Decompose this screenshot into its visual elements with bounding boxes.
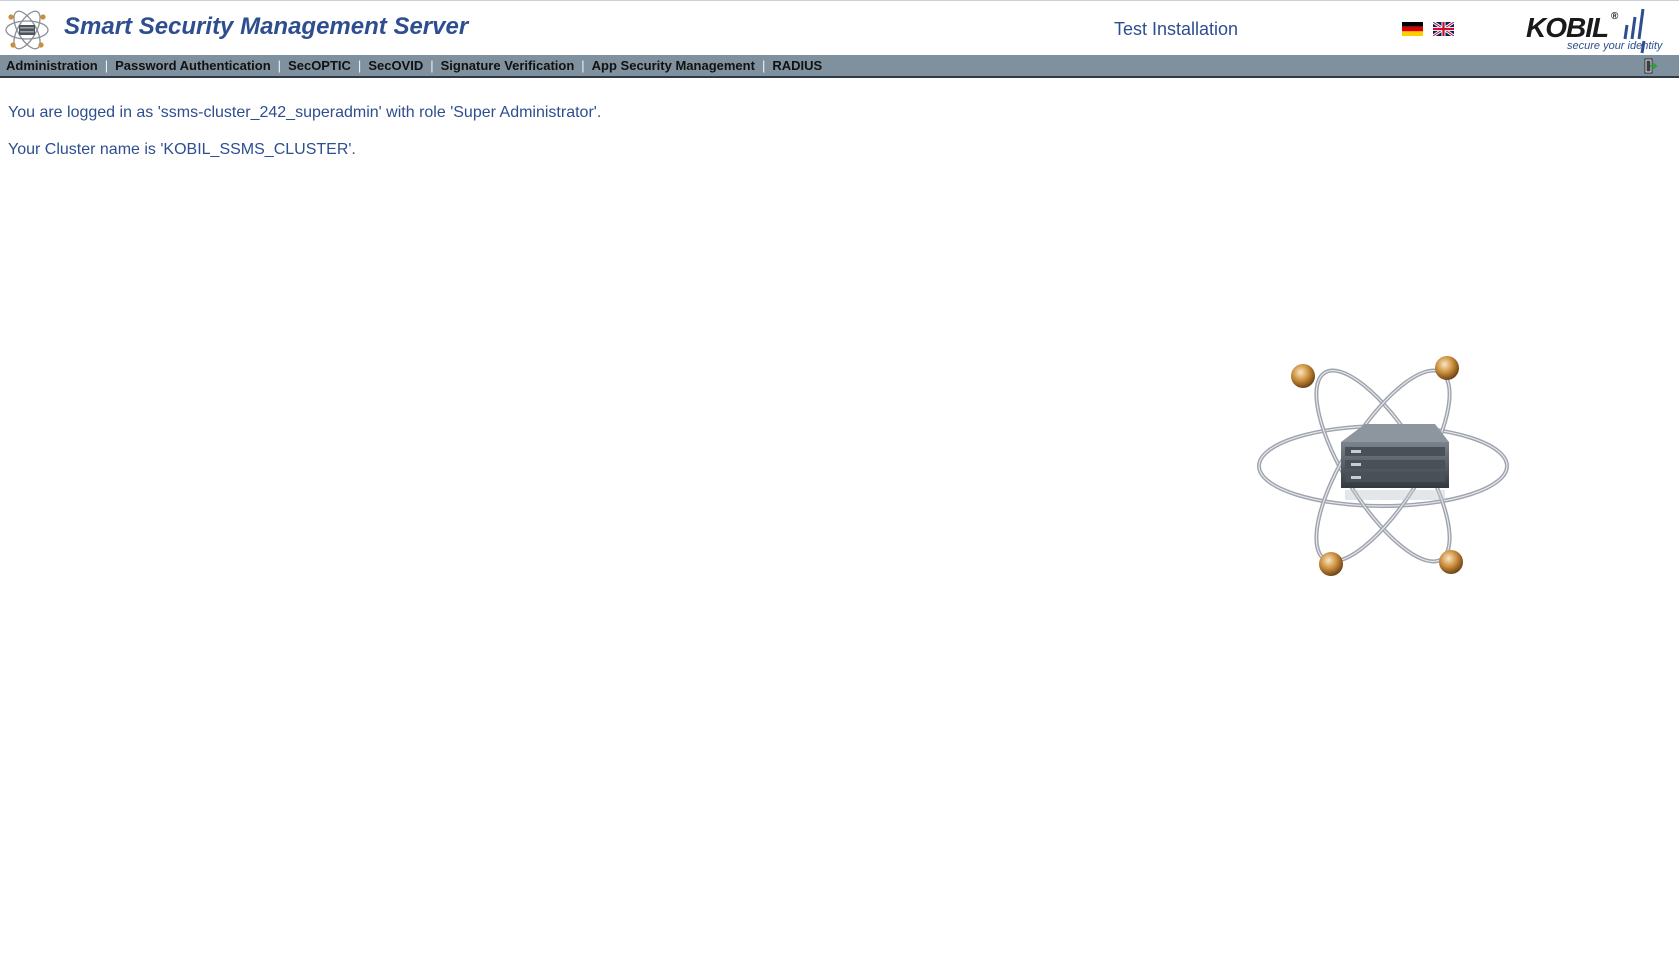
kobil-tagline: secure your identity <box>1567 40 1663 52</box>
nav-item-radius[interactable]: RADIUS <box>766 58 828 73</box>
uk-flag-icon[interactable] <box>1433 22 1454 36</box>
app-title: Smart Security Management Server <box>64 13 469 40</box>
cluster-name-message: Your Cluster name is 'KOBIL_SSMS_CLUSTER… <box>8 141 356 158</box>
main-navigation: Administration | Password Authentication… <box>0 55 1679 78</box>
login-status-message: You are logged in as 'ssms-cluster_242_s… <box>8 104 602 121</box>
nav-item-administration[interactable]: Administration <box>0 58 104 73</box>
nav-item-signature-verification[interactable]: Signature Verification <box>435 58 581 73</box>
logout-icon[interactable] <box>1642 58 1658 74</box>
main-content: You are logged in as 'ssms-cluster_242_s… <box>8 104 601 178</box>
app-root: Smart Security Management Server Test In… <box>0 0 1679 960</box>
header: Smart Security Management Server Test In… <box>0 0 1679 55</box>
nav-item-password-authentication[interactable]: Password Authentication <box>109 58 277 73</box>
ssms-logo-icon <box>5 10 49 50</box>
nav-item-app-security-management[interactable]: App Security Management <box>586 58 761 73</box>
kobil-registered-mark: ® <box>1611 11 1619 22</box>
kobil-logo: KOBIL ® secure your identity <box>1524 3 1679 55</box>
nav-item-secovid[interactable]: SecOVID <box>362 58 429 73</box>
server-atom-illustration <box>1257 356 1509 576</box>
installation-label: Test Installation <box>1114 19 1239 39</box>
nav-item-secoptic[interactable]: SecOPTIC <box>282 58 357 73</box>
german-flag-icon[interactable] <box>1402 22 1423 36</box>
